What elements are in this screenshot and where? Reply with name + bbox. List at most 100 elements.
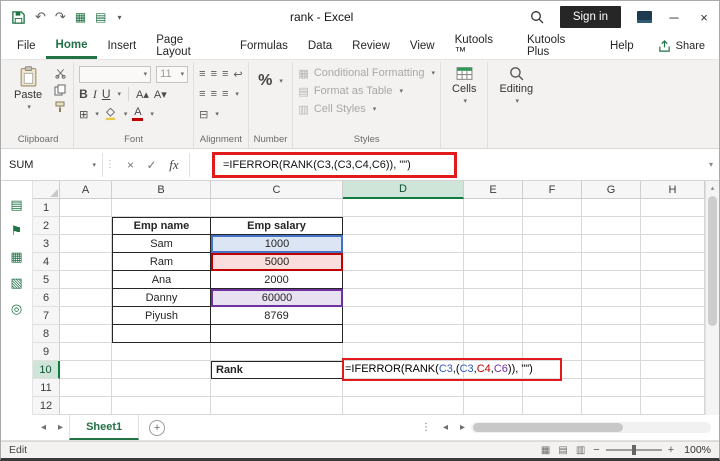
- sheet-tab-sheet1[interactable]: Sheet1: [69, 415, 140, 440]
- row-header-2[interactable]: 2: [33, 217, 60, 235]
- paste-button[interactable]: Paste ▾: [8, 64, 48, 113]
- row-header-5[interactable]: 5: [33, 271, 60, 289]
- column-header-D-selected[interactable]: D: [343, 181, 464, 199]
- merge-dropdown-icon[interactable]: ▾: [215, 110, 219, 118]
- row-header-4[interactable]: 4: [33, 253, 60, 271]
- cell[interactable]: [60, 325, 112, 343]
- cell[interactable]: [343, 253, 464, 271]
- cell[interactable]: [641, 289, 705, 307]
- cell[interactable]: [112, 379, 211, 397]
- cell[interactable]: [343, 379, 464, 397]
- fill-color-dropdown-icon[interactable]: ▾: [124, 110, 128, 118]
- insert-function-icon[interactable]: fx: [163, 157, 185, 173]
- previous-sheet-icon[interactable]: ◂: [35, 415, 52, 440]
- cell[interactable]: [641, 379, 705, 397]
- name-box[interactable]: SUM ▾: [3, 152, 103, 177]
- cell[interactable]: [464, 271, 523, 289]
- cell[interactable]: [60, 253, 112, 271]
- font-size-select[interactable]: 11 ▾: [156, 65, 189, 83]
- kutools-qat-icon-2[interactable]: ▤: [95, 10, 106, 24]
- cell[interactable]: [464, 343, 523, 361]
- sidebar-workbook-pane-icon[interactable]: ▤: [10, 197, 22, 213]
- cell[interactable]: [523, 289, 582, 307]
- cell-C7[interactable]: 8769: [211, 307, 343, 325]
- tab-formulas[interactable]: Formulas: [230, 33, 298, 59]
- new-sheet-button[interactable]: +: [149, 419, 166, 436]
- borders-dropdown-icon[interactable]: ▾: [95, 110, 99, 118]
- cell[interactable]: [60, 289, 112, 307]
- cell[interactable]: [211, 379, 343, 397]
- cell[interactable]: [582, 307, 641, 325]
- cell[interactable]: [464, 217, 523, 235]
- underline-dropdown-icon[interactable]: ▾: [117, 90, 121, 98]
- zoom-in-icon[interactable]: +: [668, 444, 674, 456]
- cell[interactable]: [582, 271, 641, 289]
- align-left-icon[interactable]: ≡: [199, 88, 205, 100]
- close-button[interactable]: ×: [689, 1, 719, 33]
- cell[interactable]: [582, 325, 641, 343]
- row-header-1[interactable]: 1: [33, 199, 60, 217]
- name-box-dropdown-icon[interactable]: ▾: [92, 161, 96, 169]
- underline-button[interactable]: U: [102, 87, 111, 101]
- column-header-A[interactable]: A: [60, 181, 112, 199]
- tab-kutools[interactable]: Kutools ™: [445, 33, 517, 59]
- column-header-F[interactable]: F: [523, 181, 582, 199]
- cell[interactable]: [523, 325, 582, 343]
- cell-C6-highlighted[interactable]: 60000: [211, 289, 343, 307]
- sidebar-find-pane-icon[interactable]: ◎: [11, 301, 22, 317]
- cell[interactable]: [523, 397, 582, 415]
- cell[interactable]: [641, 271, 705, 289]
- cell[interactable]: [582, 217, 641, 235]
- cell-styles-button[interactable]: ▥ Cell Styles ▾: [298, 100, 435, 118]
- cut-icon[interactable]: [52, 67, 68, 79]
- cell-B6[interactable]: Danny: [112, 289, 211, 307]
- row-header-9[interactable]: 9: [33, 343, 60, 361]
- cell[interactable]: [464, 235, 523, 253]
- cell[interactable]: [464, 307, 523, 325]
- tab-insert[interactable]: Insert: [97, 33, 146, 59]
- formula-bar-splitter[interactable]: ⋮: [103, 159, 117, 170]
- cell[interactable]: [112, 199, 211, 217]
- cell[interactable]: [60, 361, 112, 379]
- share-button[interactable]: Share: [644, 33, 719, 59]
- cell[interactable]: [60, 397, 112, 415]
- cell[interactable]: [464, 397, 523, 415]
- cell-B7[interactable]: Piyush: [112, 307, 211, 325]
- font-name-select[interactable]: ▾: [79, 65, 152, 83]
- cell[interactable]: [343, 235, 464, 253]
- tab-kutools-plus[interactable]: Kutools Plus: [517, 33, 600, 59]
- vertical-scrollbar[interactable]: ▴: [705, 181, 719, 415]
- cell[interactable]: [523, 343, 582, 361]
- cell[interactable]: [211, 343, 343, 361]
- cell[interactable]: [582, 289, 641, 307]
- clipboard-group-label[interactable]: Clipboard: [8, 133, 68, 148]
- column-header-H[interactable]: H: [641, 181, 705, 199]
- cell-B4[interactable]: Ram: [112, 253, 211, 271]
- cell[interactable]: [582, 397, 641, 415]
- cell[interactable]: [641, 217, 705, 235]
- horizontal-scrollbar[interactable]: [471, 422, 711, 433]
- tab-file[interactable]: File: [7, 33, 46, 59]
- cell[interactable]: [464, 289, 523, 307]
- cell[interactable]: [60, 235, 112, 253]
- cell-B2-emp-name-header[interactable]: Emp name: [112, 217, 211, 235]
- cell[interactable]: [343, 343, 464, 361]
- copy-icon[interactable]: [52, 84, 68, 96]
- cell[interactable]: [343, 217, 464, 235]
- cell-B8[interactable]: [112, 325, 211, 343]
- cell[interactable]: [60, 307, 112, 325]
- cell[interactable]: [112, 343, 211, 361]
- font-color-icon[interactable]: A: [132, 106, 144, 121]
- cell[interactable]: [641, 397, 705, 415]
- sidebar-columns-pane-icon[interactable]: ▦: [10, 249, 22, 265]
- column-header-C[interactable]: C: [211, 181, 343, 199]
- cell-C3-highlighted[interactable]: 1000: [211, 235, 343, 253]
- next-sheet-icon[interactable]: ▸: [52, 415, 69, 440]
- font-group-label[interactable]: Font: [79, 133, 188, 148]
- cell-C2-emp-salary-header[interactable]: Emp salary: [211, 217, 343, 235]
- cell[interactable]: [343, 307, 464, 325]
- cell[interactable]: [641, 307, 705, 325]
- cell-B5[interactable]: Ana: [112, 271, 211, 289]
- row-header-6[interactable]: 6: [33, 289, 60, 307]
- conditional-formatting-button[interactable]: ▦ Conditional Formatting ▾: [298, 64, 435, 82]
